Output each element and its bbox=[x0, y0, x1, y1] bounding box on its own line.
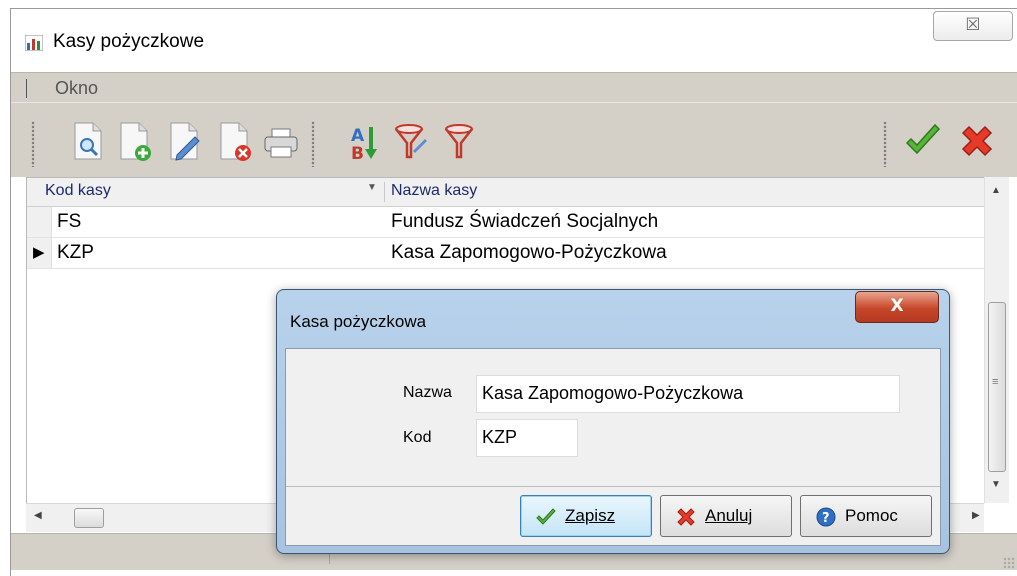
cancel-button[interactable] bbox=[957, 117, 997, 165]
delete-record-icon bbox=[220, 122, 251, 161]
dialog-title: Kasa pożyczkowa bbox=[290, 312, 427, 331]
table-row[interactable]: ▶ KZP Kasa Zapomogowo-Pożyczkowa bbox=[27, 238, 984, 269]
svg-text:A: A bbox=[351, 126, 365, 146]
horizontal-scroll-thumb[interactable] bbox=[74, 508, 104, 528]
cell-nazwa[interactable]: Kasa Zapomogowo-Pożyczkowa bbox=[391, 242, 667, 264]
cell-nazwa[interactable]: Fundusz Świadczeń Socjalnych bbox=[391, 211, 658, 233]
toolbar-grip[interactable] bbox=[311, 121, 315, 167]
close-icon: ☒ bbox=[965, 15, 981, 35]
sort-az-icon: A B bbox=[351, 126, 377, 164]
view-record-icon bbox=[74, 122, 102, 160]
window-close-button[interactable]: ☒ bbox=[933, 11, 1013, 41]
kod-field[interactable]: KZP bbox=[476, 419, 578, 457]
svg-text:?: ? bbox=[822, 511, 830, 526]
help-button[interactable]: ? Pomoc bbox=[800, 495, 932, 537]
kod-label: Kod bbox=[403, 429, 432, 446]
add-record-icon bbox=[120, 122, 151, 161]
print-icon bbox=[264, 128, 298, 158]
add-record-button[interactable] bbox=[115, 117, 155, 165]
scroll-left-icon[interactable]: ◀ bbox=[34, 510, 42, 521]
menu-item-okno[interactable]: Okno bbox=[55, 78, 98, 99]
cell-kod[interactable]: KZP bbox=[57, 242, 94, 264]
vertical-scroll-thumb[interactable]: ≡ bbox=[988, 302, 1006, 472]
dialog-separator bbox=[286, 486, 940, 487]
scroll-down-icon[interactable]: ▼ bbox=[991, 479, 1001, 490]
help-label: Pomoc bbox=[845, 506, 898, 525]
red-x-icon bbox=[677, 508, 695, 526]
green-check-icon bbox=[536, 508, 556, 525]
cancel-button[interactable]: Anuluj bbox=[660, 495, 792, 537]
green-check-icon bbox=[905, 123, 941, 155]
scroll-right-icon[interactable]: ▶ bbox=[972, 510, 980, 521]
menu-bar: Okno bbox=[11, 72, 1017, 103]
close-icon: X bbox=[890, 296, 904, 316]
save-label: Zapisz bbox=[565, 506, 616, 525]
toolbar-grip[interactable] bbox=[31, 121, 35, 167]
title-bar: Kasy pożyczkowe ☒ bbox=[11, 9, 1017, 69]
column-header-nazwa[interactable]: Nazwa kasy bbox=[391, 182, 477, 200]
grid-header: Kod kasy ▼ Nazwa kasy bbox=[27, 178, 984, 207]
grip-lines-icon: ≡ bbox=[992, 376, 999, 388]
dialog-body: Nazwa Kasa Zapomogowo-Pożyczkowa Kod KZP… bbox=[285, 348, 941, 546]
nazwa-field[interactable]: Kasa Zapomogowo-Pożyczkowa bbox=[476, 375, 900, 413]
filter-button[interactable] bbox=[391, 117, 431, 165]
clear-filter-button[interactable] bbox=[439, 117, 479, 165]
window-title: Kasy pożyczkowe bbox=[53, 31, 205, 52]
edit-record-button[interactable] bbox=[165, 117, 205, 165]
menu-separator bbox=[26, 79, 27, 98]
chart-app-icon bbox=[25, 35, 43, 51]
sort-indicator-icon: ▼ bbox=[367, 182, 377, 193]
cancel-label: Anuluj bbox=[705, 506, 753, 525]
sort-button[interactable]: A B bbox=[343, 117, 383, 165]
edit-dialog: Kasa pożyczkowa X Nazwa Kasa Zapomogowo-… bbox=[276, 289, 950, 554]
clear-filter-icon bbox=[445, 124, 473, 159]
nazwa-label: Nazwa bbox=[403, 384, 452, 401]
cell-kod[interactable]: FS bbox=[57, 211, 81, 233]
resize-grip-icon[interactable] bbox=[1003, 557, 1015, 569]
confirm-button[interactable] bbox=[903, 117, 943, 165]
print-button[interactable] bbox=[261, 117, 301, 165]
save-button[interactable]: Zapisz bbox=[520, 495, 652, 537]
vertical-scrollbar[interactable]: ▲ ≡ ▼ bbox=[984, 177, 1009, 503]
scroll-up-icon[interactable]: ▲ bbox=[991, 185, 1001, 196]
current-row-marker-icon: ▶ bbox=[33, 243, 45, 261]
row-indicator[interactable]: ▶ bbox=[27, 238, 52, 268]
row-indicator[interactable] bbox=[27, 207, 52, 237]
help-icon: ? bbox=[816, 507, 836, 527]
toolbar-grip[interactable] bbox=[883, 121, 887, 167]
svg-text:B: B bbox=[351, 144, 364, 164]
column-header-kod[interactable]: Kod kasy bbox=[45, 182, 111, 200]
red-x-icon bbox=[961, 125, 993, 157]
delete-record-button[interactable] bbox=[215, 117, 255, 165]
toolbar: A B bbox=[11, 102, 1017, 177]
dialog-close-button[interactable]: X bbox=[855, 291, 939, 323]
table-row[interactable]: FS Fundusz Świadczeń Socjalnych bbox=[27, 207, 984, 238]
edit-record-icon bbox=[170, 122, 200, 161]
column-divider[interactable] bbox=[384, 182, 385, 202]
view-record-button[interactable] bbox=[69, 117, 109, 165]
filter-icon bbox=[395, 124, 427, 159]
